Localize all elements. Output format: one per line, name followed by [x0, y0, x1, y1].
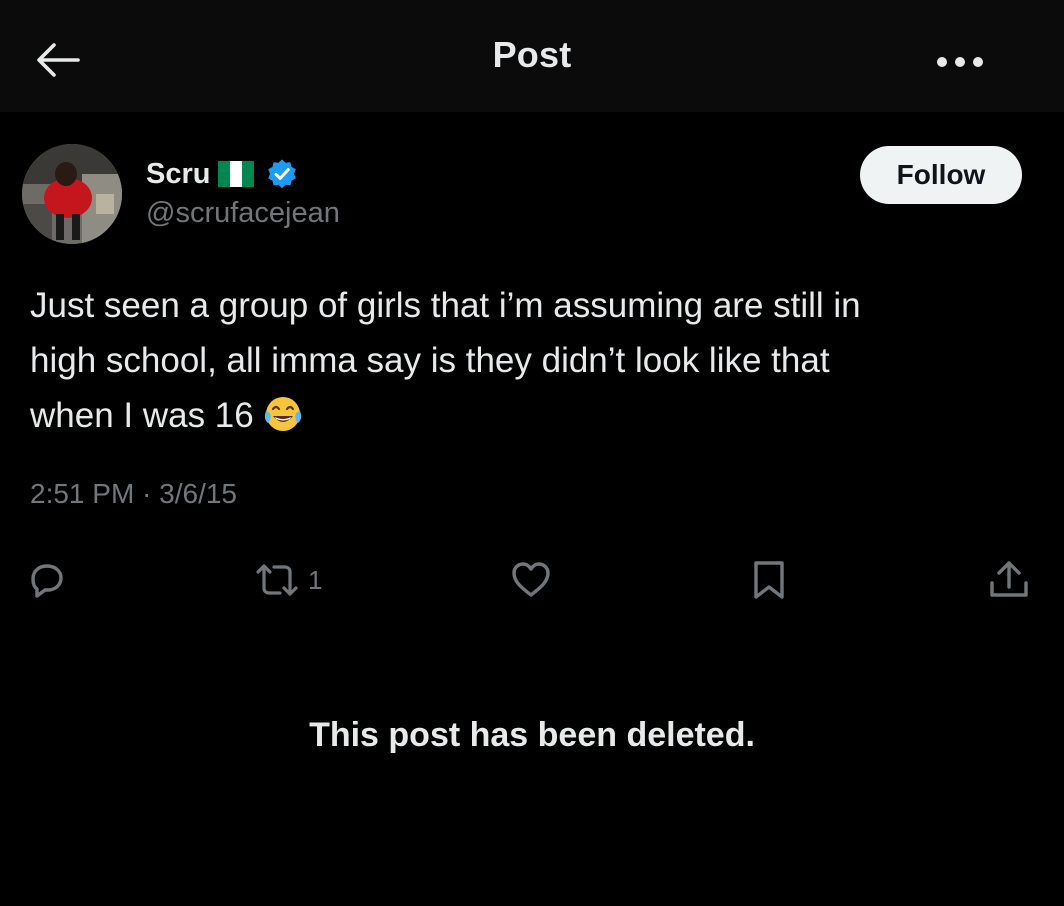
repost-icon — [256, 564, 298, 596]
share-icon — [990, 561, 1028, 597]
author-handle[interactable]: @scrufacejean — [146, 197, 340, 230]
author-display-name[interactable]: Scru — [146, 158, 210, 191]
deleted-post-notice: This post has been deleted. — [309, 716, 755, 754]
reply-icon — [31, 564, 63, 598]
avatar[interactable] — [22, 144, 122, 244]
repost-button[interactable]: 1 — [254, 552, 322, 608]
reply-button[interactable] — [24, 552, 68, 608]
post-timestamp[interactable]: 2:51 PM · 3/6/15 — [30, 478, 237, 510]
post-text: Just seen a group of girls that i’m assu… — [30, 286, 861, 435]
repost-count: 1 — [308, 564, 323, 595]
avatar-photo — [22, 144, 122, 244]
bookmark-button[interactable] — [748, 552, 790, 608]
nigeria-flag-icon — [218, 161, 255, 187]
page-title: Post — [492, 34, 572, 75]
action-bar: 1 — [0, 552, 1064, 608]
top-bar: Post — [0, 0, 1064, 112]
like-button[interactable] — [508, 552, 554, 608]
verified-badge-icon — [266, 158, 298, 190]
heart-icon — [512, 562, 550, 597]
bookmark-icon — [754, 561, 784, 599]
author-name-row[interactable]: Scru — [146, 154, 298, 194]
post-body: Just seen a group of girls that i’m assu… — [30, 278, 1030, 443]
more-horizontal-icon — [937, 57, 983, 67]
share-button[interactable] — [986, 552, 1032, 608]
follow-button[interactable]: Follow — [860, 146, 1022, 204]
face-with-tears-of-joy-icon — [264, 397, 301, 431]
more-options-button[interactable] — [928, 42, 992, 82]
